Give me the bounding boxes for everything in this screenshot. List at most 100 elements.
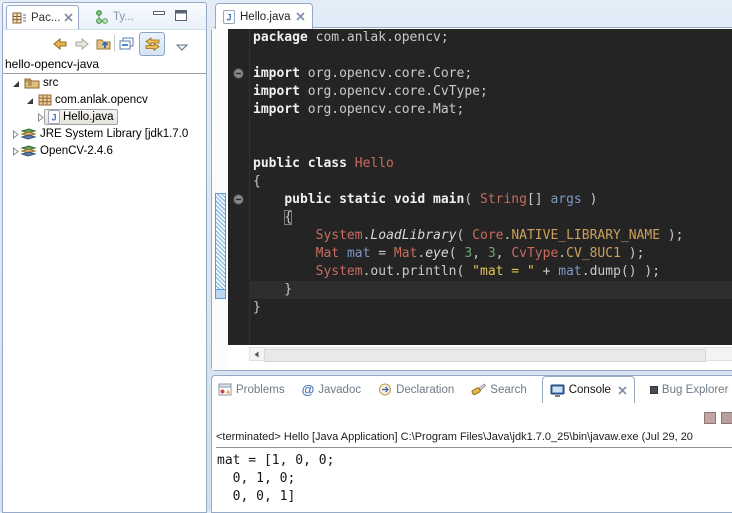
tree-item-com.anlak.opencv[interactable]: com.anlak.opencv (3, 92, 206, 109)
code-token: 3 (488, 246, 496, 261)
console-toolbar-button[interactable] (704, 412, 716, 424)
library-icon (20, 144, 37, 157)
tree-item-label: src (43, 77, 58, 89)
tab-package-explorer[interactable]: Pac... (6, 5, 79, 29)
code-editor[interactable]: package com.anlak.opencv; import org.open… (228, 29, 732, 345)
tab-search[interactable]: Search (469, 377, 528, 403)
code-line: { (253, 209, 732, 227)
tree-item-opencv-2.4.6[interactable]: OpenCV-2.4.6 (3, 143, 206, 160)
left-tabbar: Pac... Ty... (3, 3, 206, 30)
package-explorer-panel: Pac... Ty... hello-opencv-java src com.an… (2, 2, 207, 513)
code-token: mat (558, 264, 581, 279)
code-token: ); (660, 228, 683, 243)
code-token: . (558, 246, 566, 261)
tab-label: Declaration (396, 384, 454, 396)
close-icon[interactable] (64, 13, 73, 22)
svg-text:J: J (226, 12, 231, 22)
close-icon[interactable] (296, 12, 305, 21)
code-line: public static void main( String[] args ) (253, 191, 732, 209)
project-label[interactable]: hello-opencv-java (3, 57, 206, 73)
tree-item-inner[interactable]: com.anlak.opencv (35, 92, 151, 107)
tree-item-jre[interactable]: JRE System Library [jdk1.7.0 (3, 126, 206, 143)
code-line: public class Hello (253, 155, 732, 173)
source-folder-icon (24, 76, 40, 89)
fold-collapse-icon[interactable] (233, 194, 244, 205)
code-token: { (253, 174, 261, 189)
close-icon[interactable] (618, 386, 627, 395)
tree-item-label: JRE System Library [jdk1.7.0 (40, 128, 188, 140)
code-token: ); (621, 246, 644, 261)
console-icon (550, 384, 565, 397)
search-icon (471, 383, 486, 397)
toolbar-separator (114, 35, 115, 52)
tab-label: Bug Explorer (662, 384, 728, 396)
console-output-line: mat = [1, 0, 0; (217, 452, 334, 470)
overview-ruler[interactable] (212, 28, 228, 370)
tree-item-inner[interactable]: JHello.java (44, 109, 118, 125)
tree-item-inner[interactable]: src (21, 75, 61, 90)
tab-javadoc[interactable]: @Javadoc (300, 377, 364, 403)
annotation-gutter[interactable] (228, 29, 250, 345)
bug-square-icon (650, 386, 658, 394)
tab-console[interactable]: Console (542, 376, 635, 403)
type-hierarchy-icon (95, 10, 109, 24)
code-token (253, 228, 316, 243)
code-token: import (253, 66, 300, 81)
code-token (253, 264, 316, 279)
code-line: System.out.println( "mat = " + mat.dump(… (253, 263, 732, 281)
code-token: ( (464, 192, 480, 207)
horizontal-scrollbar[interactable] (249, 347, 732, 361)
tree-item-label: com.anlak.opencv (55, 94, 148, 106)
collapse-arrow-icon[interactable] (11, 79, 20, 88)
tab-problems[interactable]: Problems (216, 377, 287, 403)
tree-item-hello.java[interactable]: JHello.java (3, 109, 206, 126)
fold-collapse-icon[interactable] (233, 68, 244, 79)
package-icon (38, 94, 52, 106)
code-line: import org.opencv.core.Core; (253, 65, 732, 83)
collapse-arrow-icon[interactable] (25, 96, 34, 105)
code-line: } (253, 281, 732, 299)
console-panel: Problems @Javadoc Declaration Search Console… (211, 375, 732, 513)
scroll-left-icon[interactable] (252, 350, 261, 359)
collapse-all-button[interactable] (118, 36, 135, 51)
code-line: { (253, 173, 732, 191)
view-menu-button[interactable] (173, 40, 190, 55)
tree-item-inner[interactable]: OpenCV-2.4.6 (17, 143, 116, 158)
code-token: System (316, 228, 363, 243)
minimize-button[interactable] (153, 10, 165, 21)
code-token: .out.println( (363, 264, 473, 279)
tree-item-inner[interactable]: JRE System Library [jdk1.7.0 (17, 126, 191, 141)
code-token: CV_8UC1 (566, 246, 621, 261)
back-button[interactable] (51, 36, 68, 51)
explorer-toolbar (3, 30, 206, 56)
code-line: import org.opencv.core.Mat; (253, 101, 732, 119)
tab-declaration[interactable]: Declaration (376, 377, 456, 403)
tree-item-label: OpenCV-2.4.6 (40, 145, 113, 157)
tree-item-src[interactable]: src (3, 75, 206, 92)
editor-tab-label: Hello.java (240, 11, 291, 23)
divider (3, 73, 206, 74)
console-toolbar-button[interactable] (721, 412, 732, 424)
tab-type-hierarchy[interactable]: Ty... (95, 7, 134, 27)
code-token: package (253, 30, 308, 45)
tab-label: Search (490, 384, 526, 396)
library-icon (20, 127, 37, 140)
code-line: } (253, 299, 732, 317)
tab-bug-explorer[interactable]: Bug Explorer (648, 377, 730, 403)
forward-button[interactable] (73, 36, 90, 51)
scrollbar-thumb[interactable] (264, 349, 706, 362)
code-token: com.anlak.opencv; (308, 30, 449, 45)
up-button[interactable] (95, 36, 112, 51)
console-output[interactable]: mat = [1, 0, 0; 0, 1, 0; 0, 0, 1] (217, 452, 334, 506)
java-file-icon: J (48, 110, 60, 124)
java-file-icon: J (223, 10, 235, 24)
range-indicator-solid (215, 290, 226, 299)
bottom-tabbar: Problems @Javadoc Declaration Search Console… (216, 376, 732, 403)
code-token: + (535, 264, 558, 279)
link-with-editor-button[interactable] (139, 32, 165, 56)
code-token: org.opencv.core.CvType; (300, 84, 488, 99)
maximize-button[interactable] (175, 10, 187, 21)
code-token (253, 246, 316, 261)
code-token: , (472, 246, 488, 261)
editor-tab-hello-java[interactable]: J Hello.java (215, 3, 313, 29)
